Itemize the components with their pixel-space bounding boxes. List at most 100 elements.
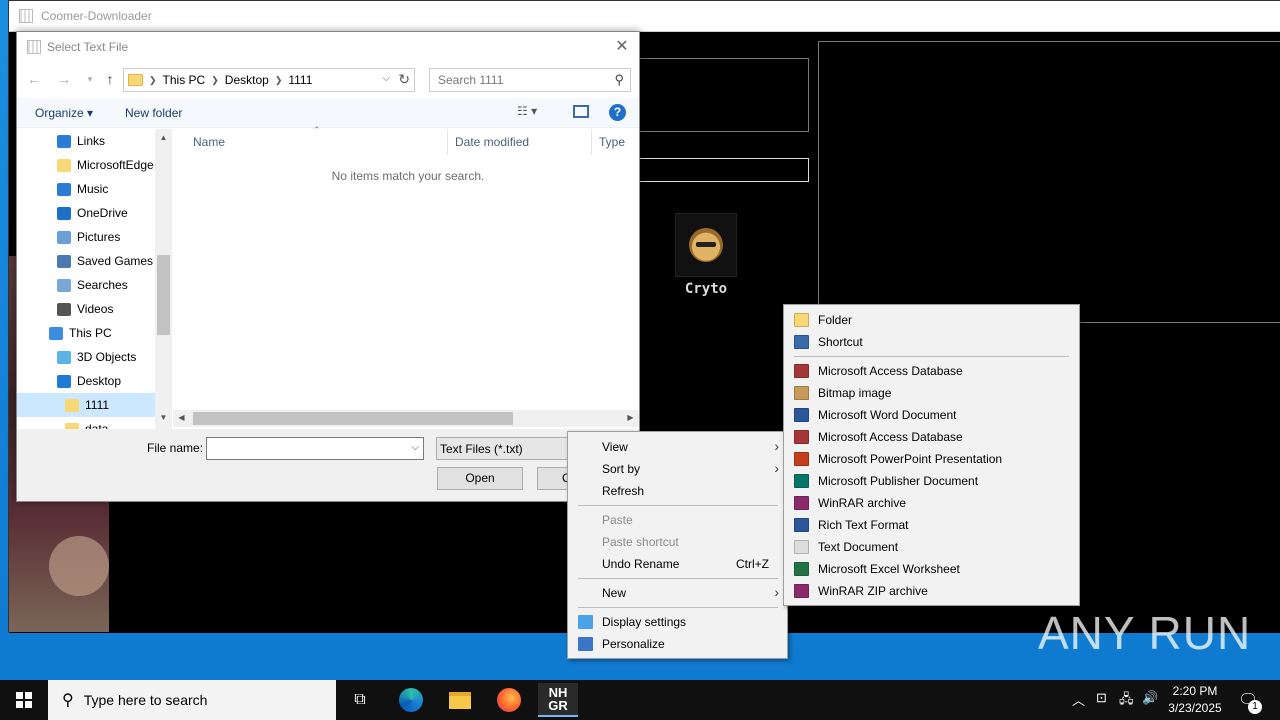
- nav-item-1111[interactable]: 1111: [17, 393, 155, 417]
- new-item-microsoft-excel-worksheet[interactable]: Microsoft Excel Worksheet: [786, 558, 1077, 580]
- nav-item-desktop[interactable]: Desktop: [17, 369, 155, 393]
- nav-item-saved-games[interactable]: Saved Games: [17, 249, 155, 273]
- nav-scroll-thumb[interactable]: [157, 255, 170, 335]
- help-icon[interactable]: ?: [609, 104, 626, 121]
- menu-item-paste-shortcut[interactable]: Paste shortcut: [570, 531, 785, 553]
- menu-item-undo-rename[interactable]: Undo Rename Ctrl+Z: [570, 553, 785, 575]
- new-item-microsoft-publisher-document[interactable]: Microsoft Publisher Document: [786, 470, 1077, 492]
- music-icon: [57, 182, 71, 196]
- chevron-right-icon: ›: [774, 460, 779, 476]
- device-icon[interactable]: ⊡: [1096, 690, 1107, 706]
- menu-item-refresh[interactable]: Refresh: [570, 480, 785, 502]
- new-item-label: Shortcut: [818, 335, 863, 349]
- new-item-text-document[interactable]: Text Document: [786, 536, 1077, 558]
- scroll-down-icon[interactable]: ▼: [155, 413, 172, 422]
- new-item-bitmap-image[interactable]: Bitmap image: [786, 382, 1077, 404]
- horizontal-scrollbar[interactable]: ◀ ▶: [173, 410, 639, 427]
- column-type[interactable]: Type: [599, 135, 625, 149]
- cryto-tile-button[interactable]: [675, 213, 737, 277]
- saved-games-icon: [57, 254, 71, 268]
- volume-icon[interactable]: 🔊: [1142, 690, 1158, 706]
- organize-button[interactable]: Organize ▾: [35, 106, 93, 120]
- new-item-microsoft-access-database[interactable]: Microsoft Access Database: [786, 426, 1077, 448]
- dialog-toolbar: Organize ▾ New folder ☷ ▾ ?: [17, 98, 639, 128]
- column-divider[interactable]: [591, 129, 592, 155]
- open-button[interactable]: Open: [437, 467, 523, 490]
- close-icon[interactable]: ✕: [613, 38, 631, 56]
- chevron-down-icon[interactable]: ⌵: [382, 73, 390, 84]
- new-item-rich-text-format[interactable]: Rich Text Format: [786, 514, 1077, 536]
- new-item-label: Bitmap image: [818, 386, 892, 400]
- firefox-icon[interactable]: [491, 686, 527, 714]
- new-item-winrar-archive[interactable]: WinRAR archive: [786, 492, 1077, 514]
- menu-item-paste[interactable]: Paste: [570, 509, 785, 531]
- taskbar-search-box[interactable]: ⚲ Type here to search: [48, 680, 336, 720]
- nav-item-pictures[interactable]: Pictures: [17, 225, 155, 249]
- nav-item-this-pc[interactable]: This PC: [17, 321, 155, 345]
- nav-item-onedrive[interactable]: OneDrive: [17, 201, 155, 225]
- network-icon[interactable]: 🖧: [1119, 690, 1134, 712]
- scroll-up-icon[interactable]: ▲: [155, 133, 172, 142]
- empty-message: No items match your search.: [331, 169, 485, 183]
- app-input-field[interactable]: 1: [629, 158, 809, 182]
- nav-item-videos[interactable]: Videos: [17, 297, 155, 321]
- up-arrow-icon[interactable]: ↑: [101, 70, 119, 88]
- sort-ascending-icon: ⌃: [313, 125, 321, 135]
- menu-item-new[interactable]: New ›: [570, 582, 785, 604]
- nav-item-3d-objects[interactable]: 3D Objects: [17, 345, 155, 369]
- nav-scrollbar[interactable]: ▲ ▼: [155, 129, 172, 429]
- edge-icon[interactable]: [393, 686, 429, 714]
- new-item-folder[interactable]: Folder: [786, 309, 1077, 331]
- nav-item-label: 1111: [85, 398, 110, 412]
- preview-pane-icon[interactable]: [573, 105, 589, 118]
- menu-item-sort-by[interactable]: Sort by ›: [570, 458, 785, 480]
- breadcrumb-1111[interactable]: 1111: [288, 73, 312, 87]
- nav-item-data[interactable]: data: [17, 417, 155, 429]
- menu-item-view[interactable]: View ›: [570, 436, 785, 458]
- nav-item-label: This PC: [69, 326, 112, 340]
- chevron-up-icon[interactable]: ︿: [1072, 690, 1085, 709]
- nav-item-music[interactable]: Music: [17, 177, 155, 201]
- search-icon[interactable]: ⚲: [614, 72, 624, 88]
- new-folder-button[interactable]: New folder: [125, 106, 182, 120]
- 3d-objects-icon: [57, 350, 71, 364]
- menu-item-display-settings[interactable]: Display settings: [570, 611, 785, 633]
- nav-item-microsoftedge[interactable]: MicrosoftEdge: [17, 153, 155, 177]
- nav-item-label: Saved Games: [77, 254, 154, 268]
- back-arrow-icon[interactable]: ←: [25, 70, 43, 88]
- new-item-microsoft-powerpoint-presentation[interactable]: Microsoft PowerPoint Presentation: [786, 448, 1077, 470]
- new-item-microsoft-word-document[interactable]: Microsoft Word Document: [786, 404, 1077, 426]
- nav-item-links[interactable]: Links: [17, 129, 155, 153]
- clock[interactable]: 2:20 PM 3/23/2025: [1160, 683, 1230, 717]
- recent-locations-icon[interactable]: ▾: [81, 70, 99, 88]
- change-view-button[interactable]: ☷ ▾: [517, 104, 537, 118]
- task-view-icon[interactable]: ⧉: [342, 686, 378, 714]
- start-button[interactable]: [0, 680, 48, 720]
- search-input[interactable]: Search 1111 ⚲: [429, 68, 631, 92]
- file-explorer-icon[interactable]: [442, 686, 478, 714]
- address-bar[interactable]: ❯ This PC ❯ Desktop ❯ 1111 ⌵ ↻: [123, 68, 415, 92]
- column-divider[interactable]: [447, 129, 448, 155]
- breadcrumb-this-pc[interactable]: This PC: [163, 73, 206, 87]
- text-document-icon: [794, 540, 809, 554]
- refresh-icon[interactable]: ↻: [398, 71, 410, 88]
- nhgr-app-icon[interactable]: NH GR: [538, 683, 578, 717]
- column-date-modified[interactable]: Date modified: [455, 135, 529, 149]
- breadcrumb-desktop[interactable]: Desktop: [225, 73, 269, 87]
- navigation-pane: Links MicrosoftEdge Music OneDrive Pictures S…: [17, 129, 173, 429]
- app-panel-right: [818, 41, 1280, 323]
- chevron-down-icon[interactable]: ⌵: [411, 442, 419, 453]
- nav-item-searches[interactable]: Searches: [17, 273, 155, 297]
- h-scroll-thumb[interactable]: [193, 412, 513, 425]
- scroll-left-icon[interactable]: ◀: [173, 413, 190, 422]
- column-name[interactable]: Name: [193, 135, 225, 149]
- new-item-winrar-zip-archive[interactable]: WinRAR ZIP archive: [786, 580, 1077, 602]
- file-name-input[interactable]: ⌵: [206, 437, 424, 460]
- desktop-icon: [57, 374, 71, 388]
- menu-item-personalize[interactable]: Personalize: [570, 633, 785, 655]
- new-item-microsoft-access-database[interactable]: Microsoft Access Database: [786, 360, 1077, 382]
- file-list-pane: Name ⌃ Date modified Type No items match…: [173, 125, 639, 429]
- new-item-shortcut[interactable]: Shortcut: [786, 331, 1077, 353]
- scroll-right-icon[interactable]: ▶: [622, 413, 639, 422]
- forward-arrow-icon[interactable]: →: [55, 70, 73, 88]
